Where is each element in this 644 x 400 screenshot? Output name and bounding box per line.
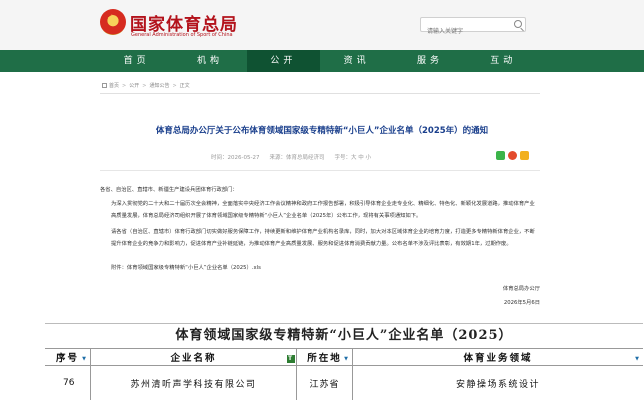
favorite-star-icon[interactable] — [520, 151, 529, 160]
breadcrumb-separator: > — [142, 82, 147, 89]
paragraph-2: 请各省（自治区、直辖市）体育行政部门切实做好服务保障工作，持续更新和维护体育产业… — [100, 226, 540, 250]
article-body: 各省、自治区、直辖市、新疆生产建设兵团体育行政部门： — [100, 184, 540, 196]
breadcrumb: 首页 > 公开 > 通知公告 > 正文 — [102, 82, 190, 89]
sheet-title: 体育领域国家级专精特新“小巨人”企业名单（2025） — [175, 328, 513, 343]
salutation: 各省、自治区、直辖市、新疆生产建设兵团体育行政部门： — [100, 187, 238, 193]
attachment-sheet-preview: 体育领域国家级专精特新“小巨人”企业名单（2025） 序号 ▼ 企业名称 T 所… — [45, 323, 643, 400]
paragraph-1: 为深入贯彻党的二十大和二十届历次全会精神，全面落实中央经济工作会议精神和政府工作… — [100, 198, 540, 222]
breadcrumb-home[interactable]: 首页 — [109, 82, 119, 89]
filter-active-icon[interactable]: T — [287, 355, 295, 363]
attachment-link[interactable]: 附件：体育领域国家级专精特新“小巨人”企业名单（2025）.xls — [100, 262, 540, 274]
nav-item-news[interactable]: 资讯 — [320, 50, 393, 72]
breadcrumb-divider — [100, 93, 540, 94]
site-header: 国家体育总局 General Administration of Sport o… — [0, 0, 644, 50]
header-cell-company: 企业名称 T — [91, 349, 297, 365]
nav-item-services[interactable]: 服务 — [393, 50, 466, 72]
sheet-header-row: 序号 ▼ 企业名称 T 所在地 ▼ 体育业务领域 ▼ — [45, 348, 643, 366]
font-size-control[interactable]: 字号：大 中 小 — [334, 153, 371, 161]
filter-dropdown-icon[interactable]: ▼ — [635, 356, 641, 362]
cell-company[interactable]: 苏州清听声学科技有限公司 — [91, 366, 297, 400]
breadcrumb-separator: > — [172, 82, 177, 89]
nav-item-public[interactable]: 公开 — [246, 50, 320, 72]
share-buttons — [496, 151, 529, 160]
header-label-location: 所在地 — [307, 353, 342, 364]
breadcrumb-current: 正文 — [179, 83, 190, 89]
search-icon[interactable] — [514, 20, 522, 28]
main-nav: 首页 机构 公开 资讯 服务 互动 — [0, 50, 644, 72]
nav-item-institutions[interactable]: 机构 — [173, 50, 246, 72]
breadcrumb-notices[interactable]: 通知公告 — [149, 82, 169, 89]
nav-item-interaction[interactable]: 互动 — [467, 50, 540, 72]
meta-divider — [100, 170, 540, 171]
filter-dropdown-icon[interactable]: ▼ — [344, 356, 350, 362]
search-input[interactable] — [421, 25, 513, 38]
weibo-share-icon[interactable] — [508, 151, 517, 160]
article-source: 来源：体育总局经济司 — [269, 155, 325, 161]
breadcrumb-public[interactable]: 公开 — [129, 82, 139, 89]
national-emblem-icon[interactable] — [100, 9, 126, 35]
attachment: 附件：体育领域国家级专精特新“小巨人”企业名单（2025）.xls — [100, 262, 540, 274]
article-title: 体育总局办公厅关于公布体育领域国家级专精特新“小巨人”企业名单（2025年）的通… — [155, 126, 489, 136]
site-subtitle: General Administration of Sport of China — [131, 32, 233, 38]
nav-item-home[interactable]: 首页 — [100, 50, 173, 72]
table-row: 76 苏州清听声学科技有限公司 江苏省 安静操场系统设计 — [45, 366, 643, 400]
signature-date: 2026年5月6日 — [503, 300, 540, 306]
header-cell-location: 所在地 ▼ — [297, 349, 353, 365]
article-date: 时间：2026-05-27 — [211, 155, 260, 161]
header-label-field: 体育业务领域 — [463, 353, 533, 364]
article-meta: 时间：2026-05-27 来源：体育总局经济司 字号：大 中 小 — [211, 153, 371, 161]
cell-location[interactable]: 江苏省 — [297, 366, 353, 400]
breadcrumb-separator: > — [122, 82, 127, 89]
header-label-company: 企业名称 — [170, 353, 217, 364]
header-cell-field: 体育业务领域 ▼ — [353, 349, 643, 365]
signature: 体育总局办公厅 — [502, 286, 540, 292]
header-label-index: 序号 — [55, 353, 79, 364]
cell-index[interactable]: 76 — [45, 366, 91, 400]
paragraph-1-text: 为深入贯彻党的二十大和二十届历次全会精神，全面落实中央经济工作会议精神和政府工作… — [111, 201, 535, 219]
home-icon — [102, 83, 107, 88]
cell-field[interactable]: 安静操场系统设计 — [353, 366, 643, 400]
paragraph-2-text: 请各省（自治区、直辖市）体育行政部门切实做好服务保障工作，持续更新和维护体育产业… — [111, 229, 535, 247]
search-box — [420, 17, 526, 38]
header-cell-index: 序号 ▼ — [45, 349, 91, 365]
wechat-share-icon[interactable] — [496, 151, 505, 160]
filter-dropdown-icon[interactable]: ▼ — [82, 356, 88, 362]
